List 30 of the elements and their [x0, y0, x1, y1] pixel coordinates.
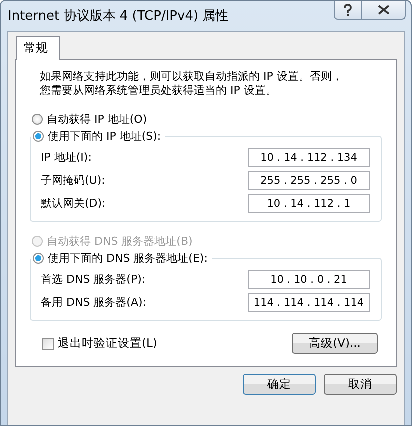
ip-address-field[interactable]: 10 . 10 . 0 . 21	[248, 270, 370, 289]
field-label: 子网掩码(U):	[41, 173, 106, 188]
radio-label: 使用下面的 DNS 服务器地址(E):	[48, 251, 208, 266]
radio-label: 自动获得 IP 地址(O)	[47, 112, 148, 127]
description-text: 如果网络支持此功能，则可以获取自动指派的 IP 设置。否则，	[40, 70, 343, 84]
help-button[interactable]	[334, 1, 362, 20]
field-label: 首选 DNS 服务器(P):	[41, 272, 146, 287]
ip-address-field[interactable]: 114 . 114 . 114 . 114	[248, 293, 370, 312]
description-text: 您需要从网络系统管理员处获得适当的 IP 设置。	[40, 84, 277, 98]
checkbox-label: 退出时验证设置(L)	[58, 336, 158, 351]
radio-label: 使用下面的 IP 地址(S):	[48, 129, 162, 144]
tab[interactable]: 常规	[16, 36, 60, 60]
dialog-button[interactable]: 确定	[243, 374, 316, 395]
checkbox[interactable]	[42, 338, 54, 350]
radio-button[interactable]	[33, 131, 44, 142]
help-icon	[343, 4, 353, 16]
advanced-button[interactable]: 高级(V)...	[292, 333, 378, 354]
ip-address-field[interactable]: 10 . 14 . 112 . 1	[248, 194, 370, 213]
close-button[interactable]	[362, 1, 406, 20]
close-icon	[378, 5, 390, 15]
radio-button[interactable]	[33, 253, 44, 264]
dialog-button[interactable]: 取消	[324, 374, 397, 395]
ip-address-field[interactable]: 10 . 14 . 112 . 134	[248, 148, 370, 167]
radio-label: 自动获得 DNS 服务器地址(B)	[47, 234, 193, 249]
field-label: 默认网关(D):	[41, 196, 106, 211]
field-label: 备用 DNS 服务器(A):	[41, 295, 146, 310]
field-label: IP 地址(I):	[41, 150, 92, 165]
radio-button[interactable]	[32, 114, 43, 125]
ip-address-field[interactable]: 255 . 255 . 255 . 0	[248, 171, 370, 190]
window-title: Internet 协议版本 4 (TCP/IPv4) 属性	[8, 8, 229, 25]
